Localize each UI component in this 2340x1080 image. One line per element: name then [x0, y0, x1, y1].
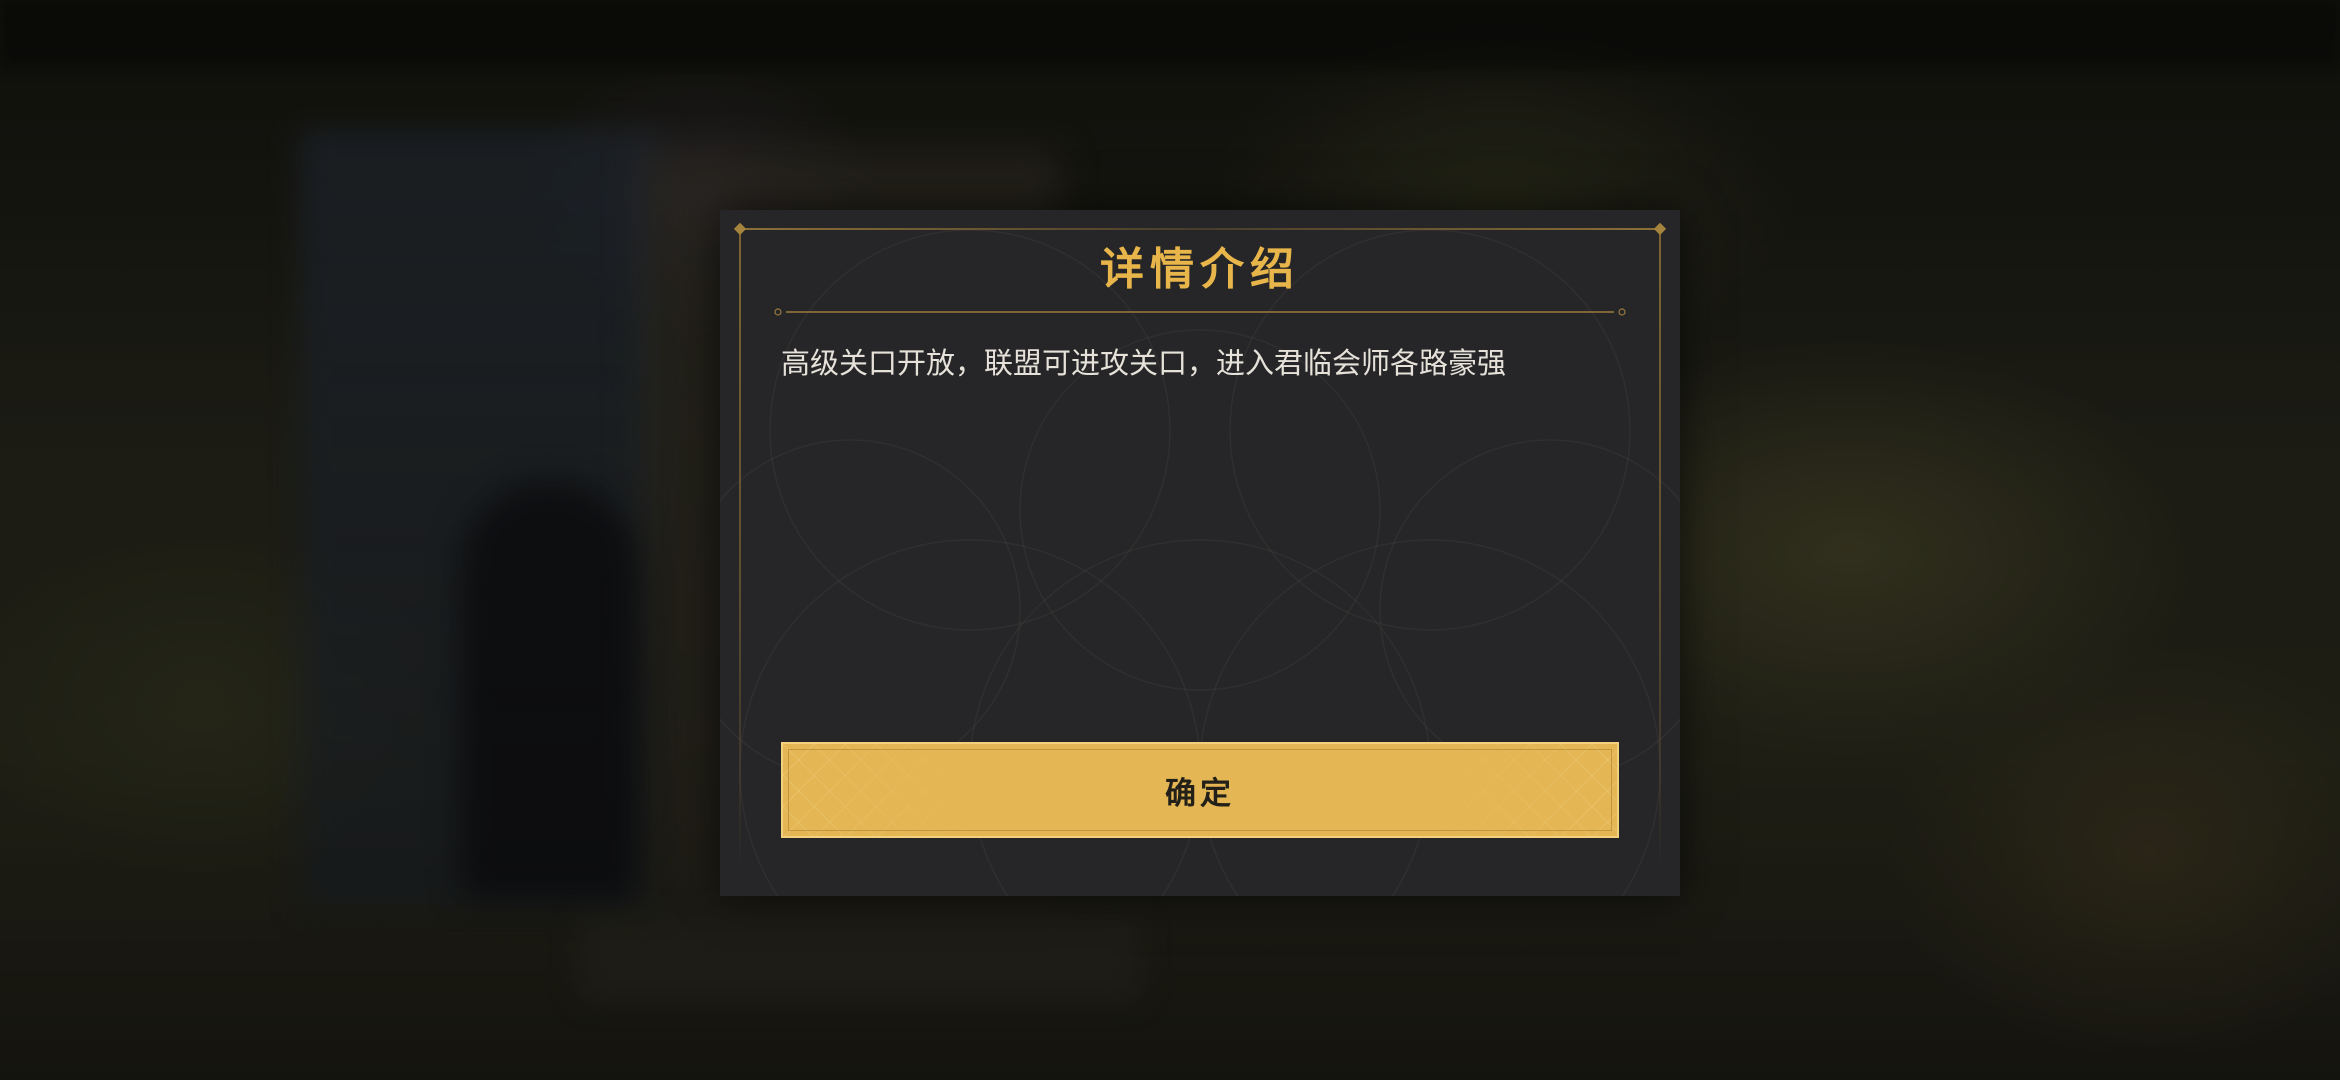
title-divider	[774, 308, 1626, 316]
confirm-button[interactable]: 确定	[781, 742, 1619, 838]
dialog-description: 高级关口开放，联盟可进攻关口，进入君临会师各路豪强	[781, 346, 1507, 380]
diamond-ornament-icon: ◆	[1653, 218, 1667, 237]
dialog-frame-left	[739, 232, 741, 872]
confirm-button-label: 确定	[1165, 775, 1235, 812]
detail-dialog: ◆ ◆ 详情介绍 高级关口开放，联盟可进攻关口，进入君临会师各路豪强 确定	[720, 210, 1680, 896]
dialog-frame-top	[742, 228, 1658, 230]
diamond-ornament-icon: ◆	[733, 218, 747, 237]
dialog-title: 详情介绍	[1100, 244, 1300, 295]
dialog-frame-right	[1659, 232, 1661, 872]
